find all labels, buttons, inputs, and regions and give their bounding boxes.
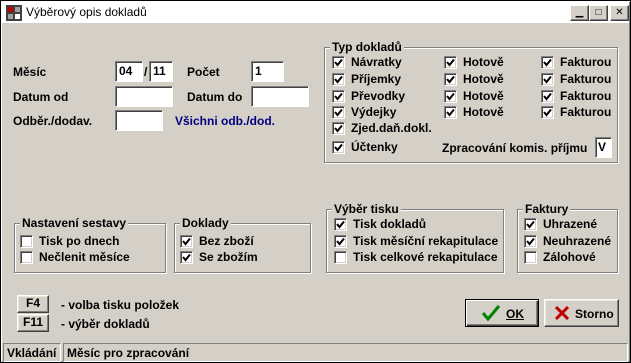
- x-icon: [554, 305, 570, 323]
- documents-group: Doklady: [174, 216, 311, 273]
- commission-label: Zpracování komis. příjmu: [442, 141, 588, 155]
- count-label: Počet: [187, 65, 220, 79]
- ok-label: OK: [506, 307, 524, 321]
- invoice-label-0: Fakturou: [560, 55, 612, 69]
- commission-input[interactable]: V: [595, 137, 612, 158]
- ok-button[interactable]: OK: [465, 299, 539, 327]
- tax-docs-label: Zjed.daň.dokl.: [351, 121, 432, 135]
- dialog-window: Výběrový opis dokladů ▁ □ ✕ Měsíc 04 / 1…: [0, 0, 631, 363]
- doc-types-title: Typ dokladů: [330, 40, 404, 54]
- invoice-label-2: Fakturou: [560, 89, 612, 103]
- cash-label-1: Hotově: [463, 72, 504, 86]
- cash-label-3: Hotově: [463, 105, 504, 119]
- documents-title: Doklady: [180, 216, 231, 230]
- maximize-button[interactable]: □: [589, 5, 608, 21]
- no-split-checkbox[interactable]: Nečlenit měsíce: [20, 250, 130, 264]
- doc-type-checkbox-1[interactable]: Příjemky: [332, 72, 401, 86]
- paid-label: Uhrazené: [543, 217, 598, 231]
- doc-type-label-2: Převodky: [351, 89, 406, 103]
- customer-label: Odběr./dodav.: [13, 114, 93, 128]
- app-icon: [6, 5, 22, 21]
- without-goods-label: Bez zboží: [199, 234, 254, 248]
- cash-label-2: Hotově: [463, 89, 504, 103]
- advance-checkbox[interactable]: Zálohové: [524, 250, 596, 264]
- monthly-recap-checkbox[interactable]: Tisk měsíční rekapitulace: [334, 234, 498, 248]
- invoice-checkbox-0[interactable]: Fakturou: [541, 55, 611, 69]
- receipts-checkbox[interactable]: Účtenky: [332, 140, 398, 154]
- minimize-button[interactable]: ▁: [570, 5, 589, 21]
- minimize-icon: ▁: [575, 7, 584, 18]
- f4-button[interactable]: F4: [17, 295, 49, 313]
- date-to-input[interactable]: [251, 86, 309, 107]
- checkmark-icon: [481, 305, 501, 324]
- without-goods-checkbox[interactable]: Bez zboží: [180, 234, 254, 248]
- cash-label-0: Hotově: [463, 55, 504, 69]
- close-icon: ✕: [615, 7, 624, 18]
- invoice-checkbox-2[interactable]: Fakturou: [541, 89, 611, 103]
- maximize-icon: □: [595, 7, 602, 18]
- customer-hint: Všichni odb./dod.: [175, 114, 275, 128]
- unpaid-label: Neuhrazené: [543, 234, 612, 248]
- monthly-recap-label: Tisk měsíční rekapitulace: [353, 234, 499, 248]
- f4-description: - volba tisku položek: [61, 298, 180, 312]
- receipts-label: Účtenky: [351, 140, 398, 154]
- with-goods-label: Se zbožím: [199, 250, 258, 264]
- status-bar: Vkládání Měsíc pro zpracování: [3, 343, 630, 362]
- paid-checkbox[interactable]: Uhrazené: [524, 217, 597, 231]
- total-recap-checkbox[interactable]: Tisk celkové rekapitulace: [334, 250, 498, 264]
- window-title: Výběrový opis dokladů: [26, 5, 147, 19]
- invoice-label-3: Fakturou: [560, 105, 612, 119]
- advance-label: Zálohové: [543, 250, 596, 264]
- month-label: Měsíc: [13, 65, 47, 79]
- report-settings-title: Nastavení sestavy: [20, 216, 129, 230]
- doc-type-checkbox-3[interactable]: Výdejky: [332, 105, 396, 119]
- cancel-label: Storno: [575, 307, 614, 321]
- month-separator: /: [144, 65, 148, 79]
- doc-type-label-0: Návratky: [351, 55, 402, 69]
- unpaid-checkbox[interactable]: Neuhrazené: [524, 234, 611, 248]
- doc-type-checkbox-2[interactable]: Převodky: [332, 89, 405, 103]
- close-button[interactable]: ✕: [610, 5, 629, 21]
- with-goods-checkbox[interactable]: Se zbožím: [180, 250, 258, 264]
- report-settings-group: Nastavení sestavy: [14, 216, 166, 273]
- print-docs-label: Tisk dokladů: [353, 217, 427, 231]
- status-message: Měsíc pro zpracování: [63, 343, 628, 362]
- print-docs-checkbox[interactable]: Tisk dokladů: [334, 217, 426, 231]
- date-from-input[interactable]: [115, 86, 173, 107]
- date-from-label: Datum od: [13, 90, 69, 104]
- title-bar[interactable]: Výběrový opis dokladů ▁ □ ✕: [2, 2, 629, 24]
- by-days-checkbox[interactable]: Tisk po dnech: [20, 234, 119, 248]
- cash-checkbox-0[interactable]: Hotově: [444, 55, 504, 69]
- doc-type-label-1: Příjemky: [351, 72, 402, 86]
- invoice-label-1: Fakturou: [560, 72, 612, 86]
- by-days-label: Tisk po dnech: [39, 234, 120, 248]
- doc-type-checkbox-0[interactable]: Návratky: [332, 55, 402, 69]
- invoice-checkbox-1[interactable]: Fakturou: [541, 72, 611, 86]
- print-selection-title: Výběr tisku: [332, 202, 401, 216]
- f11-button[interactable]: F11: [17, 314, 49, 332]
- total-recap-label: Tisk celkové rekapitulace: [353, 250, 498, 264]
- cancel-button[interactable]: Storno: [544, 299, 619, 327]
- tax-docs-checkbox[interactable]: Zjed.daň.dokl.: [332, 121, 432, 135]
- cash-checkbox-2[interactable]: Hotově: [444, 89, 504, 103]
- month-input[interactable]: 04: [115, 61, 143, 82]
- date-to-label: Datum do: [187, 90, 243, 104]
- customer-input[interactable]: [115, 110, 163, 131]
- cash-checkbox-3[interactable]: Hotově: [444, 105, 504, 119]
- status-mode: Vkládání: [3, 343, 61, 362]
- no-split-label: Nečlenit měsíce: [39, 250, 130, 264]
- invoices-title: Faktury: [523, 202, 571, 216]
- year-input[interactable]: 11: [149, 61, 173, 82]
- doc-type-label-3: Výdejky: [351, 105, 397, 119]
- cash-checkbox-1[interactable]: Hotově: [444, 72, 504, 86]
- count-input[interactable]: 1: [251, 61, 284, 82]
- invoice-checkbox-3[interactable]: Fakturou: [541, 105, 611, 119]
- f11-description: - výběr dokladů: [61, 317, 150, 331]
